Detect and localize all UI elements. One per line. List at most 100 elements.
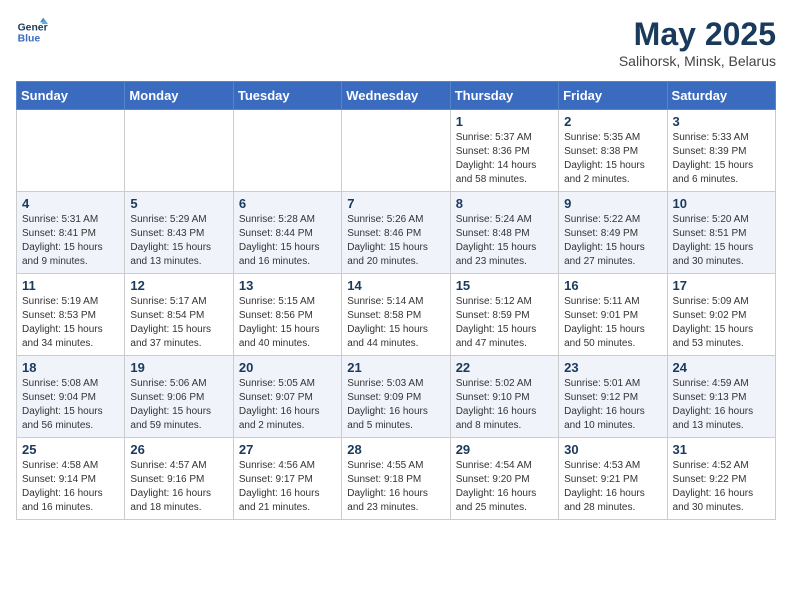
day-number: 9: [564, 196, 661, 211]
day-number: 20: [239, 360, 336, 375]
day-info: Sunrise: 5:29 AM Sunset: 8:43 PM Dayligh…: [130, 213, 227, 269]
day-info: Sunrise: 5:31 AM Sunset: 8:41 PM Dayligh…: [22, 213, 119, 269]
day-info: Sunrise: 5:35 AM Sunset: 8:38 PM Dayligh…: [564, 131, 661, 187]
day-info: Sunrise: 5:05 AM Sunset: 9:07 PM Dayligh…: [239, 377, 336, 433]
day-number: 3: [673, 114, 770, 129]
table-row: 1 Sunrise: 5:37 AM Sunset: 8:36 PM Daylig…: [450, 110, 558, 192]
table-row: 3Sunrise: 5:33 AM Sunset: 8:39 PM Daylig…: [667, 110, 775, 192]
calendar-week-row: 18 Sunrise: 5:08 AM Sunset: 9:04 PM Dayli…: [17, 356, 776, 438]
day-number: 19: [130, 360, 227, 375]
day-info: Sunrise: 5:01 AM Sunset: 9:12 PM Dayligh…: [564, 377, 661, 433]
table-row: 13Sunrise: 5:15 AM Sunset: 8:56 PM Dayli…: [233, 274, 341, 356]
day-number: 4: [22, 196, 119, 211]
table-row: 5 Sunrise: 5:29 AM Sunset: 8:43 PM Daylig…: [125, 192, 233, 274]
day-number: 5: [130, 196, 227, 211]
day-number: 11: [22, 278, 119, 293]
calendar-table: Sunday Monday Tuesday Wednesday Thursday…: [16, 81, 776, 520]
table-row: 29Sunrise: 4:54 AM Sunset: 9:20 PM Dayli…: [450, 438, 558, 520]
title-area: May 2025 Salihorsk, Minsk, Belarus: [619, 16, 776, 69]
day-info: Sunrise: 5:12 AM Sunset: 8:59 PM Dayligh…: [456, 295, 553, 351]
day-number: 27: [239, 442, 336, 457]
day-info: Sunrise: 5:17 AM Sunset: 8:54 PM Dayligh…: [130, 295, 227, 351]
day-number: 13: [239, 278, 336, 293]
day-number: 23: [564, 360, 661, 375]
day-info: Sunrise: 5:06 AM Sunset: 9:06 PM Dayligh…: [130, 377, 227, 433]
day-number: 6: [239, 196, 336, 211]
table-row: 30 Sunrise: 4:53 AM Sunset: 9:21 PM Dayli…: [559, 438, 667, 520]
day-info: Sunrise: 5:14 AM Sunset: 8:58 PM Dayligh…: [347, 295, 444, 351]
svg-text:General: General: [18, 22, 48, 33]
day-number: 28: [347, 442, 444, 457]
day-number: 8: [456, 196, 553, 211]
logo: General Blue: [16, 16, 48, 48]
table-row: [125, 110, 233, 192]
day-number: 21: [347, 360, 444, 375]
day-info: Sunrise: 5:26 AM Sunset: 8:46 PM Dayligh…: [347, 213, 444, 269]
day-number: 1: [456, 114, 553, 129]
calendar-header-row: Sunday Monday Tuesday Wednesday Thursday…: [17, 82, 776, 110]
calendar-week-row: 25Sunrise: 4:58 AM Sunset: 9:14 PM Dayli…: [17, 438, 776, 520]
day-info: Sunrise: 5:20 AM Sunset: 8:51 PM Dayligh…: [673, 213, 770, 269]
table-row: 28Sunrise: 4:55 AM Sunset: 9:18 PM Dayli…: [342, 438, 450, 520]
table-row: 20 Sunrise: 5:05 AM Sunset: 9:07 PM Dayli…: [233, 356, 341, 438]
table-row: 4 Sunrise: 5:31 AM Sunset: 8:41 PM Daylig…: [17, 192, 125, 274]
col-saturday: Saturday: [667, 82, 775, 110]
day-number: 12: [130, 278, 227, 293]
day-info: Sunrise: 4:58 AM Sunset: 9:14 PM Dayligh…: [22, 459, 119, 515]
table-row: 12 Sunrise: 5:17 AM Sunset: 8:54 PM Dayli…: [125, 274, 233, 356]
col-friday: Friday: [559, 82, 667, 110]
day-number: 16: [564, 278, 661, 293]
table-row: [342, 110, 450, 192]
location-subtitle: Salihorsk, Minsk, Belarus: [619, 53, 776, 69]
day-number: 18: [22, 360, 119, 375]
day-info: Sunrise: 4:59 AM Sunset: 9:13 PM Dayligh…: [673, 377, 770, 433]
day-number: 2: [564, 114, 661, 129]
table-row: [17, 110, 125, 192]
table-row: 22Sunrise: 5:02 AM Sunset: 9:10 PM Dayli…: [450, 356, 558, 438]
day-info: Sunrise: 5:08 AM Sunset: 9:04 PM Dayligh…: [22, 377, 119, 433]
table-row: 27 Sunrise: 4:56 AM Sunset: 9:17 PM Dayli…: [233, 438, 341, 520]
day-number: 14: [347, 278, 444, 293]
table-row: 15 Sunrise: 5:12 AM Sunset: 8:59 PM Dayli…: [450, 274, 558, 356]
col-sunday: Sunday: [17, 82, 125, 110]
day-number: 15: [456, 278, 553, 293]
day-info: Sunrise: 5:09 AM Sunset: 9:02 PM Dayligh…: [673, 295, 770, 351]
day-number: 7: [347, 196, 444, 211]
table-row: 26 Sunrise: 4:57 AM Sunset: 9:16 PM Dayli…: [125, 438, 233, 520]
table-row: 14 Sunrise: 5:14 AM Sunset: 8:58 PM Dayli…: [342, 274, 450, 356]
day-info: Sunrise: 5:03 AM Sunset: 9:09 PM Dayligh…: [347, 377, 444, 433]
logo-icon: General Blue: [16, 16, 48, 48]
col-monday: Monday: [125, 82, 233, 110]
table-row: 31Sunrise: 4:52 AM Sunset: 9:22 PM Dayli…: [667, 438, 775, 520]
table-row: 24Sunrise: 4:59 AM Sunset: 9:13 PM Dayli…: [667, 356, 775, 438]
day-info: Sunrise: 5:24 AM Sunset: 8:48 PM Dayligh…: [456, 213, 553, 269]
day-info: Sunrise: 5:37 AM Sunset: 8:36 PM Dayligh…: [456, 131, 553, 187]
day-number: 26: [130, 442, 227, 457]
day-number: 30: [564, 442, 661, 457]
table-row: 16Sunrise: 5:11 AM Sunset: 9:01 PM Dayli…: [559, 274, 667, 356]
table-row: 10Sunrise: 5:20 AM Sunset: 8:51 PM Dayli…: [667, 192, 775, 274]
calendar-week-row: 1 Sunrise: 5:37 AM Sunset: 8:36 PM Daylig…: [17, 110, 776, 192]
table-row: 19 Sunrise: 5:06 AM Sunset: 9:06 PM Dayli…: [125, 356, 233, 438]
table-row: 18 Sunrise: 5:08 AM Sunset: 9:04 PM Dayli…: [17, 356, 125, 438]
day-info: Sunrise: 4:57 AM Sunset: 9:16 PM Dayligh…: [130, 459, 227, 515]
table-row: 11Sunrise: 5:19 AM Sunset: 8:53 PM Dayli…: [17, 274, 125, 356]
calendar-week-row: 4 Sunrise: 5:31 AM Sunset: 8:41 PM Daylig…: [17, 192, 776, 274]
day-number: 17: [673, 278, 770, 293]
calendar-week-row: 11Sunrise: 5:19 AM Sunset: 8:53 PM Dayli…: [17, 274, 776, 356]
day-info: Sunrise: 4:56 AM Sunset: 9:17 PM Dayligh…: [239, 459, 336, 515]
day-info: Sunrise: 5:22 AM Sunset: 8:49 PM Dayligh…: [564, 213, 661, 269]
table-row: 23 Sunrise: 5:01 AM Sunset: 9:12 PM Dayli…: [559, 356, 667, 438]
table-row: 25Sunrise: 4:58 AM Sunset: 9:14 PM Dayli…: [17, 438, 125, 520]
table-row: 6 Sunrise: 5:28 AM Sunset: 8:44 PM Daylig…: [233, 192, 341, 274]
day-number: 29: [456, 442, 553, 457]
day-number: 31: [673, 442, 770, 457]
table-row: 2 Sunrise: 5:35 AM Sunset: 8:38 PM Daylig…: [559, 110, 667, 192]
header: General Blue May 2025 Salihorsk, Minsk, …: [16, 16, 776, 69]
day-info: Sunrise: 5:02 AM Sunset: 9:10 PM Dayligh…: [456, 377, 553, 433]
day-info: Sunrise: 4:53 AM Sunset: 9:21 PM Dayligh…: [564, 459, 661, 515]
table-row: 9 Sunrise: 5:22 AM Sunset: 8:49 PM Daylig…: [559, 192, 667, 274]
table-row: 7 Sunrise: 5:26 AM Sunset: 8:46 PM Daylig…: [342, 192, 450, 274]
day-info: Sunrise: 5:28 AM Sunset: 8:44 PM Dayligh…: [239, 213, 336, 269]
svg-text:Blue: Blue: [18, 34, 41, 45]
